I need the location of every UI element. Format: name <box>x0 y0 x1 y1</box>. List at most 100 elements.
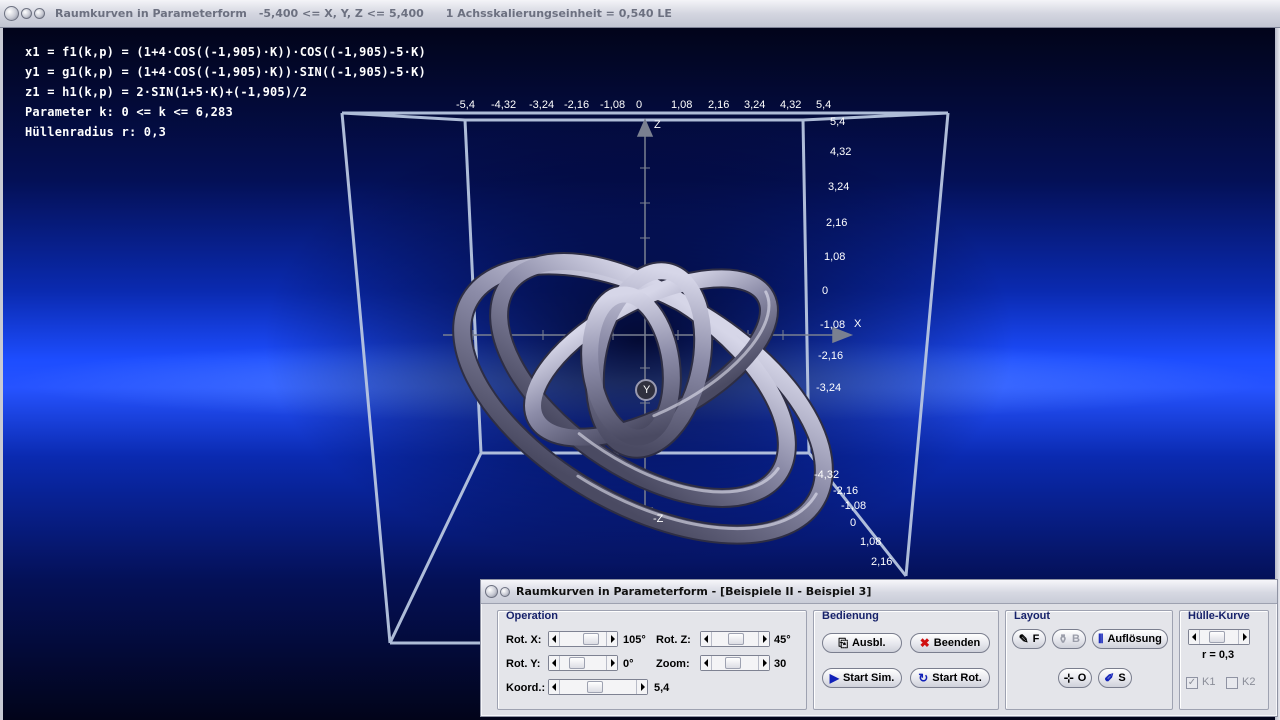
scale-info: 1 Achsskalierungseinheit = 0,540 LE <box>445 7 672 20</box>
k1-checkbox[interactable]: ✓ <box>1186 677 1198 689</box>
huelle-kurve-title: Hülle-Kurve <box>1188 610 1250 622</box>
arrow-right-icon[interactable] <box>758 632 769 646</box>
style-s-label: S <box>1118 672 1126 684</box>
koord-slider[interactable] <box>548 679 648 695</box>
k1-label: K1 <box>1202 676 1216 688</box>
origin-o-button[interactable]: ⊹ O <box>1058 668 1092 688</box>
bedienung-group: Bedienung ⎘ Ausbl. ✖ Beenden ▶ Start Sim… <box>813 610 999 710</box>
top-tick: -4,32 <box>491 99 516 111</box>
beenden-button[interactable]: ✖ Beenden <box>910 633 990 653</box>
start-rot-button[interactable]: ↻ Start Rot. <box>910 668 990 688</box>
start-sim-label: Start Sim. <box>842 672 895 684</box>
huelle-kurve-group: Hülle-Kurve r = 0,3 ✓ K1 K2 <box>1179 610 1269 710</box>
dialog-title: Raumkurven in Parameterform - [Beispiele… <box>516 585 872 598</box>
top-tick: -3,24 <box>529 99 554 111</box>
arrow-left-icon[interactable] <box>701 656 712 670</box>
grid-icon: ⦀ <box>1098 632 1104 646</box>
ausblenden-button[interactable]: ⎘ Ausbl. <box>822 633 902 653</box>
diag-tick: 0 <box>850 517 856 529</box>
main-titlebar: Raumkurven in Parameterform -5,400 <= X,… <box>0 0 1280 28</box>
diag-tick: -2,16 <box>833 485 858 497</box>
diag-tick: -1,08 <box>841 500 866 512</box>
top-tick: -1,08 <box>600 99 625 111</box>
bedienung-title: Bedienung <box>822 610 879 622</box>
dialog-minimize-button[interactable] <box>500 586 510 597</box>
start-sim-button[interactable]: ▶ Start Sim. <box>822 668 902 688</box>
k2-checkbox[interactable] <box>1226 677 1238 689</box>
top-tick-labels: -5,4 -4,32 -3,24 -2,16 -1,08 0 1,08 2,16… <box>456 99 831 111</box>
origin-o-label: O <box>1077 672 1087 684</box>
beenden-label: Beenden <box>933 637 981 649</box>
pen-icon: ✐ <box>1104 671 1115 685</box>
arrow-right-icon[interactable] <box>1238 630 1249 644</box>
rot-y-slider[interactable] <box>548 655 618 671</box>
top-tick: 1,08 <box>671 99 692 111</box>
play-icon: ▶ <box>829 671 839 685</box>
top-tick: 4,32 <box>780 99 801 111</box>
arrow-left-icon[interactable] <box>549 632 560 646</box>
color-f-button[interactable]: ✎ F <box>1012 629 1046 649</box>
top-tick: -5,4 <box>456 99 475 111</box>
close-window-button[interactable] <box>4 6 19 21</box>
top-tick: 0 <box>636 99 642 111</box>
rot-z-slider[interactable] <box>700 631 770 647</box>
rot-x-slider[interactable] <box>548 631 618 647</box>
slider-thumb[interactable] <box>569 657 585 669</box>
right-tick: 5,4 <box>830 116 845 128</box>
right-tick: 0 <box>822 285 828 297</box>
arrow-left-icon[interactable] <box>1189 630 1200 644</box>
close-icon: ✖ <box>919 636 930 650</box>
window-title: Raumkurven in Parameterform <box>55 7 247 20</box>
arrow-left-icon[interactable] <box>701 632 712 646</box>
arrow-right-icon[interactable] <box>606 632 617 646</box>
z-axis-label: Z <box>654 119 661 131</box>
slider-thumb[interactable] <box>725 657 741 669</box>
space-curve-tube <box>452 252 834 545</box>
color-b-button[interactable]: ⚱ B <box>1052 629 1086 649</box>
hull-radius-value: r = 0,3 <box>1202 649 1235 661</box>
operation-title: Operation <box>506 610 558 622</box>
dialog-close-button[interactable] <box>485 585 498 598</box>
minimize-window-button[interactable] <box>21 8 32 19</box>
layout-title: Layout <box>1014 610 1051 622</box>
diagonal-tick-labels: -2,16 -1,08 0 1,08 2,16 <box>833 485 892 568</box>
rot-x-label: Rot. X: <box>506 634 542 646</box>
right-tick: -1,08 <box>820 319 845 331</box>
zoom-slider[interactable] <box>700 655 770 671</box>
diag-tick: 2,16 <box>871 556 892 568</box>
diag-tick: 1,08 <box>860 536 881 548</box>
layout-group: Layout ✎ F ⚱ B ⦀ Auflösung ⊹ O ✐ S <box>1005 610 1173 710</box>
rot-x-value: 105° <box>623 634 646 646</box>
slider-thumb[interactable] <box>728 633 744 645</box>
koord-value: 5,4 <box>654 682 670 694</box>
brush-icon: ✎ <box>1018 632 1029 646</box>
top-tick: 2,16 <box>708 99 729 111</box>
arrow-right-icon[interactable] <box>636 680 647 694</box>
rot-z-label: Rot. Z: <box>656 634 691 646</box>
dialog-titlebar[interactable]: Raumkurven in Parameterform - [Beispiele… <box>481 580 1277 604</box>
right-tick: 4,32 <box>830 146 851 158</box>
arrow-right-icon[interactable] <box>758 656 769 670</box>
hide-icon: ⎘ <box>838 636 848 650</box>
arrow-left-icon[interactable] <box>549 656 560 670</box>
aufloesung-button[interactable]: ⦀ Auflösung <box>1092 629 1168 649</box>
y-axis-label: Y <box>643 384 651 396</box>
slider-thumb[interactable] <box>587 681 603 693</box>
start-rot-label: Start Rot. <box>932 672 982 684</box>
rot-y-value: 0° <box>623 658 634 670</box>
maximize-window-button[interactable] <box>34 8 45 19</box>
right-tick: -3,24 <box>816 382 841 394</box>
slider-thumb[interactable] <box>583 633 599 645</box>
range-info: -5,400 <= X, Y, Z <= 5,400 <box>258 7 424 20</box>
aufloesung-label: Auflösung <box>1107 633 1162 645</box>
control-dialog: Raumkurven in Parameterform - [Beispiele… <box>480 579 1278 717</box>
top-tick: 5,4 <box>816 99 831 111</box>
zoom-value: 30 <box>774 658 787 670</box>
arrow-right-icon[interactable] <box>606 656 617 670</box>
hull-radius-slider[interactable] <box>1188 629 1250 645</box>
slider-thumb[interactable] <box>1209 631 1225 643</box>
right-tick: 3,24 <box>828 181 849 193</box>
arrow-left-icon[interactable] <box>549 680 560 694</box>
style-s-button[interactable]: ✐ S <box>1098 668 1132 688</box>
neg-z-axis-label: -Z <box>653 513 664 525</box>
